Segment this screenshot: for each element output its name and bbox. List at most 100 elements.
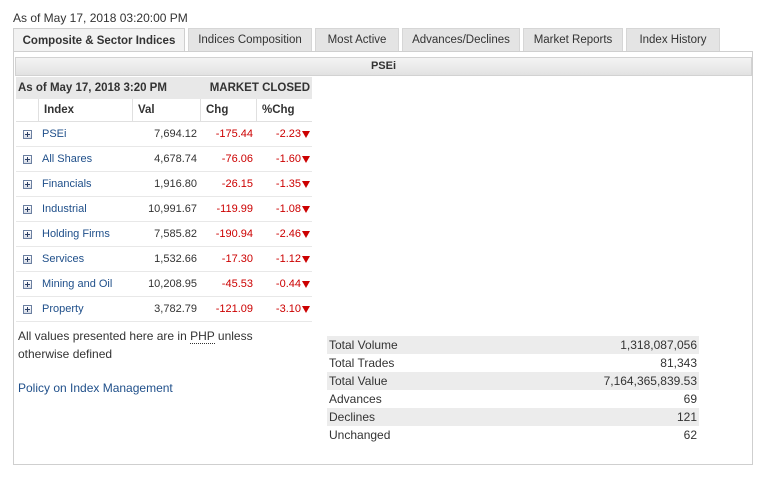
table-row: All Shares 4,678.74 -76.06 -1.60 [16, 147, 312, 172]
down-arrow-icon [302, 181, 310, 188]
index-pct-chg: -3.10 [256, 303, 312, 315]
stat-value: 121 [676, 410, 697, 424]
index-chg: -76.06 [221, 153, 253, 165]
table-asof: As of May 17, 2018 3:20 PM [18, 82, 167, 94]
header-chg: Chg [200, 98, 256, 122]
index-val: 4,678.74 [154, 153, 197, 165]
pct-value: -1.60 [275, 153, 301, 165]
index-val: 10,991.67 [148, 203, 197, 215]
index-val: 3,782.79 [154, 303, 197, 315]
down-arrow-icon [302, 206, 310, 213]
index-val: 7,585.82 [154, 228, 197, 240]
tab-most-active[interactable]: Most Active [315, 28, 399, 51]
content-panel: PSEi As of May 17, 2018 3:20 PM MARKET C… [13, 51, 753, 465]
index-val: 1,916.80 [154, 178, 197, 190]
stat-row: Total Volume 1,318,087,056 [327, 336, 699, 354]
stat-label: Advances [329, 392, 382, 406]
indices-table: As of May 17, 2018 3:20 PM MARKET CLOSED… [16, 77, 312, 322]
index-pct-chg: -1.35 [256, 178, 312, 190]
plus-box-icon[interactable] [22, 254, 32, 264]
tab-market-reports[interactable]: Market Reports [523, 28, 623, 51]
stat-value: 7,164,365,839.53 [603, 374, 697, 388]
policy-link[interactable]: Policy on Index Management [18, 381, 173, 395]
index-chg: -121.09 [215, 303, 253, 315]
index-pct-chg: -2.46 [256, 228, 312, 240]
panel-title: PSEi [15, 57, 752, 76]
index-pct-chg: -1.60 [256, 153, 312, 165]
header-pct-chg: %Chg [256, 98, 312, 122]
pct-value: -3.10 [275, 303, 301, 315]
pct-value: -1.35 [275, 178, 301, 190]
stat-label: Total Volume [329, 338, 398, 352]
currency-abbr: PHP [190, 329, 215, 344]
stat-value: 62 [683, 428, 697, 442]
tab-indices-composition[interactable]: Indices Composition [188, 28, 312, 51]
plus-box-icon[interactable] [22, 129, 32, 139]
index-name-link[interactable]: Property [38, 303, 132, 315]
tab-composite-sector-indices[interactable]: Composite & Sector Indices [13, 28, 185, 53]
header-val: Val [132, 98, 200, 122]
tab-bar: Composite & Sector Indices Indices Compo… [13, 28, 723, 53]
index-chg: -119.99 [216, 203, 254, 215]
table-row: Property 3,782.79 -121.09 -3.10 [16, 297, 312, 322]
index-name-link[interactable]: Services [38, 253, 132, 265]
down-arrow-icon [302, 131, 310, 138]
pct-value: -2.46 [275, 228, 301, 240]
index-val: 7,694.12 [154, 128, 197, 140]
stat-row: Total Value 7,164,365,839.53 [327, 372, 699, 390]
stat-value: 1,318,087,056 [620, 338, 697, 352]
index-val: 1,532.66 [154, 253, 197, 265]
pct-value: -1.12 [275, 253, 301, 265]
plus-box-icon[interactable] [22, 279, 32, 289]
note-text-before: All values presented here are in [18, 329, 191, 343]
plus-box-icon[interactable] [22, 204, 32, 214]
down-arrow-icon [302, 156, 310, 163]
pct-value: -0.44 [275, 278, 301, 290]
index-pct-chg: -1.12 [256, 253, 312, 265]
index-name-link[interactable]: All Shares [38, 153, 132, 165]
index-chg: -190.94 [215, 228, 253, 240]
index-name-link[interactable]: Financials [38, 178, 132, 190]
stat-label: Declines [329, 410, 376, 424]
plus-box-icon[interactable] [22, 154, 32, 164]
plus-box-icon[interactable] [22, 179, 32, 189]
stat-label: Total Trades [329, 356, 395, 370]
stat-label: Total Value [329, 374, 388, 388]
index-pct-chg: -2.23 [256, 128, 312, 140]
index-name-link[interactable]: Mining and Oil [38, 278, 132, 290]
stat-value: 81,343 [660, 356, 697, 370]
down-arrow-icon [302, 256, 310, 263]
market-stats: Total Volume 1,318,087,056 Total Trades 81… [327, 336, 699, 444]
tab-index-history[interactable]: Index History [626, 28, 720, 51]
index-val: 10,208.95 [148, 278, 197, 290]
as-of-timestamp: As of May 17, 2018 03:20:00 PM [13, 11, 188, 25]
stat-value: 69 [683, 392, 697, 406]
currency-note: All values presented here are in PHP unl… [18, 327, 298, 363]
index-chg: -26.15 [221, 178, 253, 190]
table-row: Industrial 10,991.67 -119.99 -1.08 [16, 197, 312, 222]
table-row: Services 1,532.66 -17.30 -1.12 [16, 247, 312, 272]
header-index: Index [38, 98, 132, 122]
index-name-link[interactable]: PSEi [38, 128, 132, 140]
index-chg: -17.30 [221, 253, 253, 265]
tab-advances-declines[interactable]: Advances/Declines [402, 28, 520, 51]
stat-row: Declines 121 [327, 408, 699, 426]
index-name-link[interactable]: Holding Firms [38, 228, 132, 240]
pct-value: -2.23 [275, 128, 301, 140]
table-row: Mining and Oil 10,208.95 -45.53 -0.44 [16, 272, 312, 297]
down-arrow-icon [302, 281, 310, 288]
table-header: Index Val Chg %Chg [16, 98, 312, 122]
index-name-link[interactable]: Industrial [38, 203, 132, 215]
plus-box-icon[interactable] [22, 304, 32, 314]
stat-row: Total Trades 81,343 [327, 354, 699, 372]
stat-row: Advances 69 [327, 390, 699, 408]
table-row: Financials 1,916.80 -26.15 -1.35 [16, 172, 312, 197]
market-status: MARKET CLOSED [209, 82, 310, 94]
down-arrow-icon [302, 306, 310, 313]
down-arrow-icon [302, 231, 310, 238]
stat-row: Unchanged 62 [327, 426, 699, 444]
table-row: Holding Firms 7,585.82 -190.94 -2.46 [16, 222, 312, 247]
index-chg: -175.44 [215, 128, 253, 140]
index-pct-chg: -0.44 [256, 278, 312, 290]
plus-box-icon[interactable] [22, 229, 32, 239]
